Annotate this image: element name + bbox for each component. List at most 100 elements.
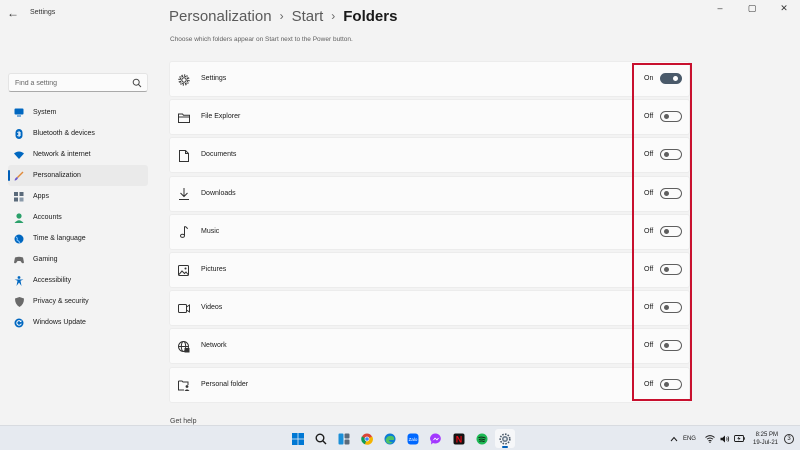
folder-label: Music [201,227,220,235]
close-button[interactable]: ✕ [768,0,800,16]
download-icon [177,188,190,201]
language-indicator[interactable]: ENG [683,436,696,442]
folder-list: Settings On File Explorer Off Documents … [169,61,690,405]
sidebar-item-label: Time & language [33,235,86,242]
picture-icon [177,264,190,277]
folder-row-settings: Settings On [169,61,690,97]
sidebar-item-bluetooth[interactable]: Bluetooth & devices [8,123,148,144]
toggles-highlight-box [632,63,692,401]
bluetooth-icon [14,128,24,139]
settings-app-icon[interactable] [495,429,515,448]
gaming-icon [14,255,24,265]
edge-icon[interactable] [380,429,400,448]
breadcrumb-separator: › [279,9,284,23]
music-icon [177,226,190,239]
volume-icon[interactable] [719,433,731,445]
folder-label: Settings [201,75,227,82]
sidebar-item-windows-update[interactable]: Windows Update [8,312,148,333]
netflix-icon[interactable]: N [449,429,469,448]
search-box[interactable] [8,73,148,92]
folder-label: File Explorer [201,113,241,121]
widgets-icon[interactable] [334,429,354,448]
breadcrumb: Personalization › Start › Folders [169,5,397,27]
taskbar: Zalo N ENG 8:25 PM 19-Jul-21 3 [0,425,800,450]
sidebar-item-label: Windows Update [33,319,86,326]
sidebar-item-label: Gaming [33,256,58,263]
globe-icon [14,234,24,244]
accessibility-icon [14,275,24,286]
sidebar-item-label: Bluetooth & devices [33,130,95,137]
search-input[interactable] [15,77,125,89]
folder-row-videos: Videos Off [169,290,690,327]
taskbar-search-icon[interactable] [311,429,331,448]
page-title: Folders [343,7,398,25]
sidebar-item-label: Privacy & security [33,298,89,305]
folder-row-file-explorer: File Explorer Off [169,99,690,136]
folder-row-network: Network Off [169,328,690,365]
zalo-icon[interactable]: Zalo [403,429,423,448]
app-title: Settings [30,9,56,16]
sidebar-item-label: Accessibility [33,277,72,284]
clock-date: 19-Jul-21 [752,439,778,446]
messenger-icon[interactable] [426,429,446,448]
maximize-button[interactable]: ▢ [736,0,768,16]
folder-icon [177,111,190,124]
system-tray: ENG 8:25 PM 19-Jul-21 3 [668,429,794,448]
windows-start-icon[interactable] [288,429,308,448]
folder-label: Documents [201,151,237,159]
update-icon [14,318,24,328]
personal-folder-icon [177,379,190,392]
get-help-link[interactable]: Get help [170,418,196,425]
sidebar-item-label: System [33,109,57,116]
chrome-icon[interactable] [357,429,377,448]
breadcrumb-start[interactable]: Start [292,8,324,25]
folder-row-pictures: Pictures Off [169,251,690,288]
svg-text:N: N [456,434,463,444]
system-icon [14,108,24,118]
taskbar-apps: Zalo N [288,429,515,448]
minimize-button[interactable]: – [704,0,736,16]
folder-label: Videos [201,304,223,312]
breadcrumb-personalization[interactable]: Personalization [169,8,272,25]
notification-badge[interactable]: 3 [784,433,794,444]
sidebar-item-accounts[interactable]: Accounts [8,207,148,228]
sidebar-item-personalization[interactable]: Personalization [8,165,148,186]
wifi-icon [14,150,24,160]
sidebar-item-label: Network & internet [33,151,91,158]
sidebar-item-time-language[interactable]: Time & language [8,228,148,249]
folder-label: Personal folder [201,380,249,388]
network-icon [177,340,190,353]
folder-row-documents: Documents Off [169,137,690,174]
sidebar-item-label: Personalization [33,172,81,179]
folder-row-personal-folder: Personal folder Off [169,366,690,403]
sidebar-item-apps[interactable]: Apps [8,186,148,207]
chevron-up-icon[interactable] [668,433,680,445]
back-button[interactable]: ← [4,4,22,22]
sidebar-item-gaming[interactable]: Gaming [8,249,148,270]
apps-icon [14,191,24,202]
document-icon [177,149,190,162]
sidebar-item-system[interactable]: System [8,102,148,123]
sidebar-nav: System Bluetooth & devices Network & int… [8,102,148,333]
folder-label: Pictures [201,265,227,273]
breadcrumb-separator: › [331,9,336,23]
accounts-icon [14,212,24,223]
sidebar-item-network[interactable]: Network & internet [8,144,148,165]
shield-icon [14,296,24,307]
folder-row-downloads: Downloads Off [169,175,690,212]
sidebar-item-label: Apps [33,193,49,200]
svg-text:Zalo: Zalo [409,436,418,441]
sidebar-item-accessibility[interactable]: Accessibility [8,270,148,291]
clock[interactable]: 8:25 PM 19-Jul-21 [753,431,778,447]
battery-icon[interactable] [734,433,746,445]
clock-time: 8:25 PM [755,431,778,438]
sidebar-item-privacy[interactable]: Privacy & security [8,291,148,312]
folder-label: Network [201,342,227,350]
gear-icon [177,73,190,86]
folder-row-music: Music Off [169,213,690,250]
brush-icon [14,171,24,181]
wifi-status-icon[interactable] [704,433,716,445]
spotify-icon[interactable] [472,429,492,448]
search-icon[interactable] [132,78,142,88]
video-icon [177,302,190,315]
